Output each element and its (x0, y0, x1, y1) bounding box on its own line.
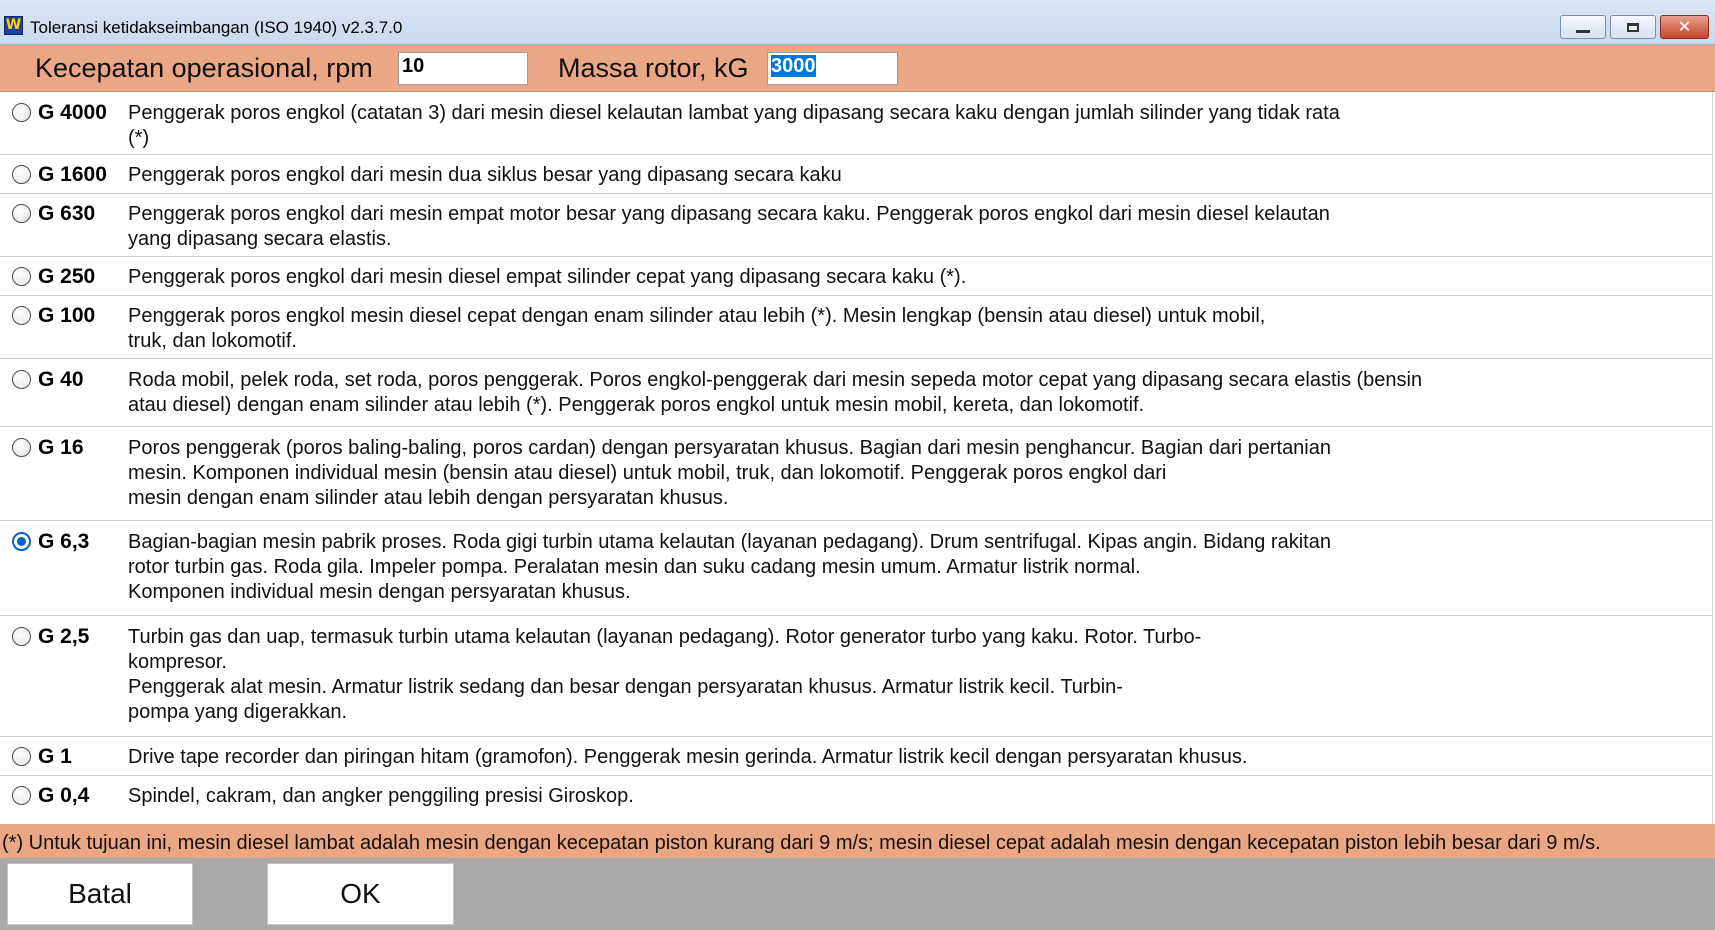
ok-button[interactable]: OK (267, 863, 454, 925)
grade-row-g40[interactable]: G 40 Roda mobil, pelek roda, set roda, p… (0, 359, 1713, 427)
radio-g6-3[interactable] (12, 532, 31, 551)
radio-g40[interactable] (12, 370, 31, 389)
grade-row-g1600[interactable]: G 1600 Penggerak poros engkol dari mesin… (0, 155, 1713, 194)
radio-g1600[interactable] (12, 165, 31, 184)
radio-g100[interactable] (12, 306, 31, 325)
grade-description: Penggerak poros engkol dari mesin diesel… (128, 266, 967, 288)
grade-row-g100[interactable]: G 100 Penggerak poros engkol mesin diese… (0, 296, 1713, 359)
radio-g16[interactable] (12, 438, 31, 457)
radio-g0-4[interactable] (12, 786, 31, 805)
window-title: Toleransi ketidakseimbangan (ISO 1940) v… (30, 18, 403, 37)
grade-label: G 1600 (38, 163, 107, 186)
grade-label: G 6,3 (38, 530, 90, 553)
grade-label: G 630 (38, 202, 96, 225)
grade-row-g1[interactable]: G 1 Drive tape recorder dan piringan hit… (0, 737, 1713, 776)
mass-label: Massa rotor, kG (558, 53, 749, 83)
footnote-bar: (*) Untuk tujuan ini, mesin diesel lamba… (0, 824, 1715, 858)
button-bar: Batal OK (0, 858, 1715, 930)
mass-input[interactable]: 3000 (767, 52, 898, 85)
title-bar: W Toleransi ketidakseimbangan (ISO 1940)… (0, 0, 1715, 45)
grade-label: G 2,5 (38, 625, 90, 648)
grade-label: G 16 (38, 436, 84, 459)
maximize-button[interactable] (1610, 15, 1656, 39)
radio-g1[interactable] (12, 747, 31, 766)
speed-value: 10 (402, 55, 425, 77)
grade-label: G 250 (38, 265, 96, 288)
grade-label: G 0,4 (38, 784, 90, 807)
grade-label: G 40 (38, 368, 84, 391)
grade-description: Drive tape recorder dan piringan hitam (… (128, 746, 1248, 768)
grade-description: Poros penggerak (poros baling-baling, po… (128, 437, 1331, 509)
grade-row-g6-3[interactable]: G 6,3 Bagian-bagian mesin pabrik proses.… (0, 521, 1713, 616)
minimize-button[interactable] (1560, 15, 1606, 39)
mass-value: 3000 (771, 55, 816, 77)
speed-label: Kecepatan operasional, rpm (35, 53, 373, 83)
maximize-icon (1627, 22, 1639, 32)
grade-row-g250[interactable]: G 250 Penggerak poros engkol dari mesin … (0, 257, 1713, 296)
grade-description: Penggerak poros engkol mesin diesel cepa… (128, 305, 1266, 352)
grade-label: G 100 (38, 304, 96, 327)
grade-description: Turbin gas dan uap, termasuk turbin utam… (128, 626, 1202, 723)
grade-label: G 4000 (38, 101, 107, 124)
grade-label: G 1 (38, 745, 72, 768)
speed-input[interactable]: 10 (398, 52, 528, 85)
grade-row-g4000[interactable]: G 4000 Penggerak poros engkol (catatan 3… (0, 92, 1713, 155)
grade-row-g2-5[interactable]: G 2,5 Turbin gas dan uap, termasuk turbi… (0, 616, 1713, 737)
minimize-icon (1576, 29, 1590, 33)
close-icon: ✕ (1677, 19, 1692, 36)
radio-g2-5[interactable] (12, 627, 31, 646)
grade-row-g16[interactable]: G 16 Poros penggerak (poros baling-balin… (0, 427, 1713, 521)
grade-description: Roda mobil, pelek roda, set roda, poros … (128, 369, 1423, 416)
close-button[interactable]: ✕ (1660, 15, 1709, 39)
grade-description: Spindel, cakram, dan angker penggiling p… (128, 785, 634, 807)
grade-description: Bagian-bagian mesin pabrik proses. Roda … (128, 531, 1331, 603)
grade-row-g0-4[interactable]: G 0,4 Spindel, cakram, dan angker penggi… (0, 776, 1713, 824)
radio-g250[interactable] (12, 267, 31, 286)
footnote-text: (*) Untuk tujuan ini, mesin diesel lamba… (2, 832, 1601, 854)
grade-row-g630[interactable]: G 630 Penggerak poros engkol dari mesin … (0, 194, 1713, 257)
radio-g4000[interactable] (12, 103, 31, 122)
parameters-bar: Kecepatan operasional, rpm 10 Massa roto… (0, 45, 1715, 92)
grade-description: Penggerak poros engkol (catatan 3) dari … (128, 102, 1340, 149)
app-logo-icon: W (4, 16, 23, 35)
cancel-button[interactable]: Batal (7, 863, 193, 925)
grade-description: Penggerak poros engkol dari mesin dua si… (128, 164, 842, 186)
radio-g630[interactable] (12, 204, 31, 223)
grade-description: Penggerak poros engkol dari mesin empat … (128, 203, 1330, 250)
